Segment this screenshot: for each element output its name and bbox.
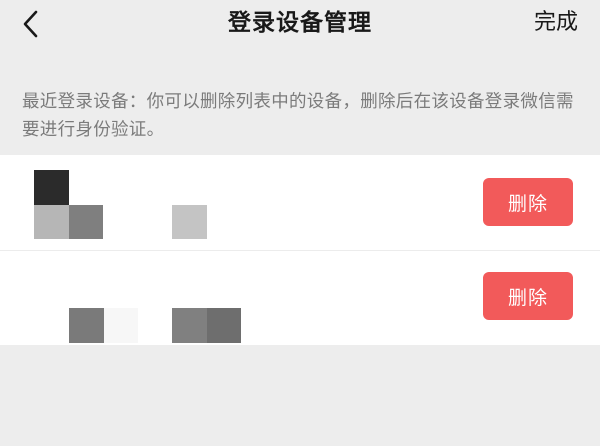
obscured-device-name	[0, 250, 260, 345]
notice-text: 最近登录设备：你可以删除列表中的设备，删除后在该设备登录微信需要进行身份验证。	[22, 92, 574, 140]
done-button[interactable]: 完成	[534, 6, 578, 40]
navigation-bar: 登录设备管理 完成	[0, 0, 600, 50]
device-row: 删除	[0, 155, 600, 251]
device-row: 删除	[0, 250, 600, 345]
obscured-device-name	[0, 155, 260, 250]
delete-button[interactable]: 删除	[483, 272, 573, 320]
device-list: 删除 删除	[0, 155, 600, 345]
page-title: 登录设备管理	[228, 10, 372, 36]
delete-button[interactable]: 删除	[483, 178, 573, 226]
